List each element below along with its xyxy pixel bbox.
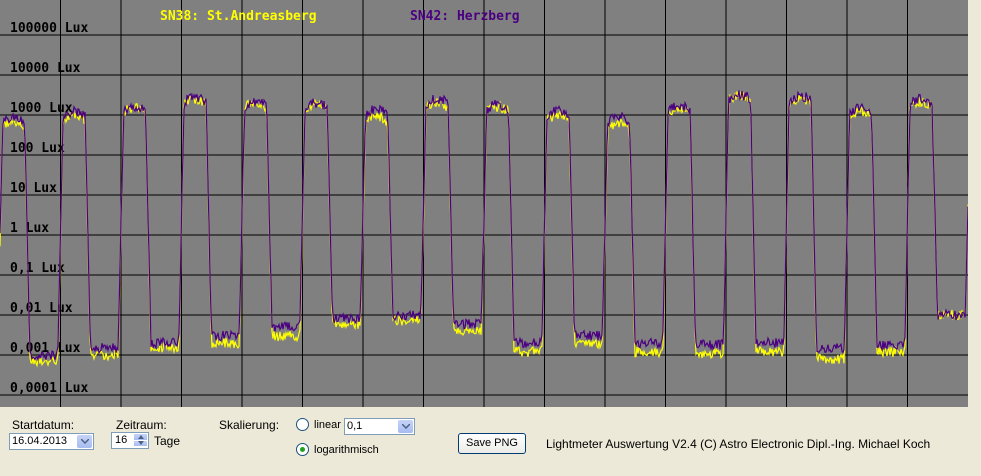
y-tick-label: 0,0001 Lux	[10, 381, 88, 396]
credit-text: Lightmeter Auswertung V2.4 (C) Astro Ele…	[546, 437, 931, 451]
start-date-label: Startdatum:	[12, 418, 75, 432]
plot-border	[968, 0, 981, 410]
chevron-down-icon[interactable]	[77, 435, 92, 448]
save-png-button[interactable]: Save PNG	[458, 433, 526, 454]
stepper-up-icon[interactable]	[134, 434, 147, 440]
y-tick-label: 0,001 Lux	[10, 341, 81, 356]
range-label: Zeitraum:	[116, 418, 167, 432]
start-date-picker[interactable]: 16.04.2013	[9, 433, 94, 450]
y-tick-label: 0,01 Lux	[10, 301, 73, 316]
y-tick-label: 0,1 Lux	[10, 261, 65, 276]
radio-linear[interactable]	[296, 418, 309, 431]
radio-log[interactable]	[296, 443, 309, 456]
log-label[interactable]: logarithmisch	[314, 444, 379, 456]
legend-sn42: SN42: Herzberg	[410, 9, 520, 24]
range-value: 16	[115, 434, 128, 446]
range-stepper[interactable]: 16	[111, 432, 149, 449]
light-chart: 100000 Lux 10000 Lux 1000 Lux 100 Lux 10 Lux…	[0, 0, 981, 410]
legend-sn38: SN38: St.Andreasberg	[160, 9, 317, 24]
y-tick-label: 100 Lux	[10, 141, 65, 156]
y-tick-label: 1 Lux	[10, 221, 49, 236]
start-date-value: 16.04.2013	[12, 435, 68, 447]
linear-scale-select[interactable]: 0,1	[344, 418, 415, 435]
y-tick-label: 1000 Lux	[10, 101, 73, 116]
chart-svg: 100000 Lux 10000 Lux 1000 Lux 100 Lux 10 Lux…	[0, 0, 981, 410]
stepper-down-icon[interactable]	[134, 440, 147, 446]
y-tick-label: 10000 Lux	[10, 61, 81, 76]
y-tick-label: 10 Lux	[10, 181, 57, 196]
range-unit: Tage	[154, 434, 181, 448]
y-tick-label: 100000 Lux	[10, 21, 88, 36]
linear-scale-value: 0,1	[347, 420, 363, 432]
scale-label: Skalierung:	[219, 418, 280, 432]
linear-label[interactable]: linear	[314, 419, 341, 431]
chevron-down-icon[interactable]	[398, 420, 413, 433]
